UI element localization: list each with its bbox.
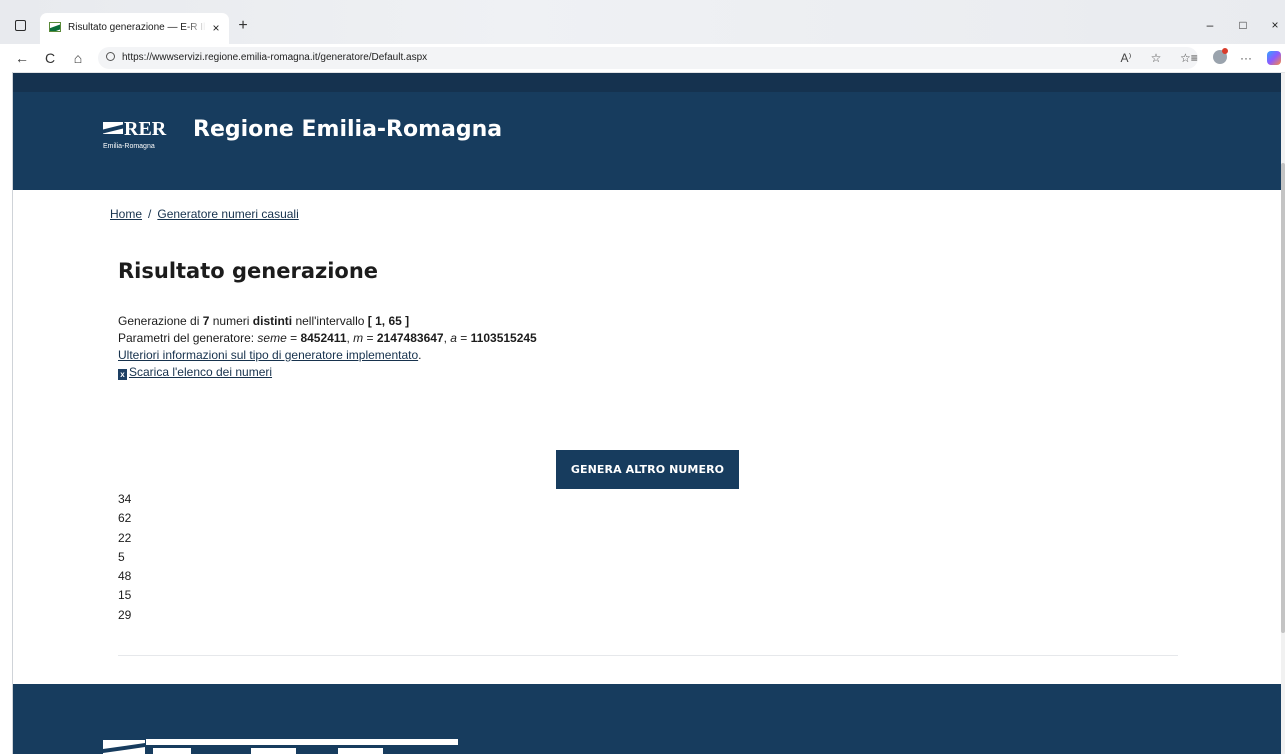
summary-text: numeri xyxy=(209,314,253,328)
equals-sign: = xyxy=(286,331,301,345)
download-numbers-link[interactable]: Scarica l'elenco dei numeri xyxy=(129,365,272,379)
rer-logo[interactable]: RER Emilia-Romagna xyxy=(103,118,173,159)
window-minimize-button[interactable]: – xyxy=(1203,18,1217,32)
number-item: 62 xyxy=(118,511,132,526)
back-arrow-icon[interactable]: ← xyxy=(14,50,30,66)
footer-logo-letter xyxy=(153,748,191,754)
generation-summary: Generazione di 7 numeri distinti nell'in… xyxy=(118,313,818,330)
copilot-icon[interactable] xyxy=(1267,51,1281,65)
window-close-button[interactable]: × xyxy=(1268,18,1282,32)
generator-parameters: Parametri del generatore: seme = 8452411… xyxy=(118,330,818,347)
site-info-icon[interactable] xyxy=(106,52,115,61)
number-item: 29 xyxy=(118,607,132,622)
tab-close-icon[interactable]: × xyxy=(210,21,222,35)
number-item: 22 xyxy=(118,530,132,545)
footer-logo-wordmark[interactable] xyxy=(146,739,458,745)
browser-tab-active[interactable]: Risultato generazione — E-R Il po × xyxy=(40,13,229,44)
favorites-icon[interactable]: ☆≡ xyxy=(1180,50,1198,66)
number-item: 5 xyxy=(118,549,125,564)
seed-value: 8452411 xyxy=(300,331,347,345)
more-info-row: Ulteriori informazioni sul tipo di gener… xyxy=(118,347,818,364)
generated-numbers-list: 34 62 22 5 48 15 29 xyxy=(118,490,218,625)
distinct-label: distinti xyxy=(252,314,293,328)
favorite-star-icon[interactable]: ☆ xyxy=(1148,50,1164,66)
footer-logo-letter xyxy=(338,748,383,754)
number-item: 15 xyxy=(118,588,132,603)
generate-another-button[interactable]: GENERA ALTRO NUMERO xyxy=(556,450,739,489)
equals-sign: = xyxy=(456,331,471,345)
breadcrumb: Home / Generatore numeri casuali xyxy=(110,206,299,222)
logo-subtitle: Emilia-Romagna xyxy=(103,143,155,150)
multiplier-label: a xyxy=(450,331,457,345)
browser-tab-bar: Risultato generazione — E-R Il po × + – … xyxy=(0,0,1285,44)
read-aloud-icon[interactable]: A⁾ xyxy=(1118,50,1134,66)
profile-notification-dot xyxy=(1222,48,1228,54)
interval-text: nell'intervallo xyxy=(292,314,368,328)
more-info-period: . xyxy=(418,348,422,362)
interval-range: [ 1, 65 ] xyxy=(367,314,410,328)
url-field[interactable]: https://wwwservizi.regione.emilia-romagn… xyxy=(98,47,1198,69)
number-item: 48 xyxy=(118,569,132,584)
browser-address-bar: ← C ⌂ https://wwwservizi.regione.emilia-… xyxy=(0,44,1285,73)
site-title[interactable]: Regione Emilia-Romagna xyxy=(193,114,502,146)
site-footer xyxy=(13,684,1281,754)
breadcrumb-current-link[interactable]: Generatore numeri casuali xyxy=(157,207,298,221)
site-favicon-icon xyxy=(49,22,61,32)
breadcrumb-separator: / xyxy=(148,207,152,221)
home-icon[interactable]: ⌂ xyxy=(70,50,86,66)
download-row: x Scarica l'elenco dei numeri xyxy=(118,364,818,381)
footer-logo-flag-icon xyxy=(103,740,145,754)
seed-label: seme xyxy=(257,331,287,345)
footer-logo-letter xyxy=(251,748,296,754)
tab-actions-icon[interactable] xyxy=(15,20,26,31)
window-left-edge xyxy=(0,72,13,754)
equals-sign: = xyxy=(363,331,377,345)
scrollbar-thumb[interactable] xyxy=(1281,163,1285,633)
summary-prefix: Generazione di xyxy=(118,314,203,328)
reload-icon[interactable]: C xyxy=(42,50,58,66)
breadcrumb-home-link[interactable]: Home xyxy=(110,207,142,221)
rer-flag-icon xyxy=(103,122,123,134)
modulus-value: 2147483647 xyxy=(376,331,444,345)
new-tab-button[interactable]: + xyxy=(236,18,250,34)
window-maximize-button[interactable]: □ xyxy=(1236,18,1250,32)
site-header: RER Emilia-Romagna Regione Emilia-Romagn… xyxy=(13,92,1281,190)
number-item: 34 xyxy=(118,492,132,506)
page-content: RER Emilia-Romagna Regione Emilia-Romagn… xyxy=(13,73,1281,754)
page-scrollbar[interactable] xyxy=(1281,73,1285,754)
excel-file-icon[interactable]: x xyxy=(118,369,127,380)
modulus-label: m xyxy=(353,331,364,345)
tab-title: Risultato generazione — E-R Il po xyxy=(68,22,206,33)
parameters-prefix: Parametri del generatore: xyxy=(118,331,258,345)
multiplier-value: 1103515245 xyxy=(470,331,537,345)
more-options-icon[interactable]: ··· xyxy=(1238,50,1254,66)
more-info-link[interactable]: Ulteriori informazioni sul tipo di gener… xyxy=(118,348,418,362)
page-title: Risultato generazione xyxy=(118,259,379,283)
url-text[interactable]: https://wwwservizi.regione.emilia-romagn… xyxy=(122,51,427,65)
top-strip xyxy=(13,73,1281,92)
logo-text: RER xyxy=(124,118,167,140)
content-divider xyxy=(118,655,1178,656)
generation-info: Generazione di 7 numeri distinti nell'in… xyxy=(118,313,818,381)
